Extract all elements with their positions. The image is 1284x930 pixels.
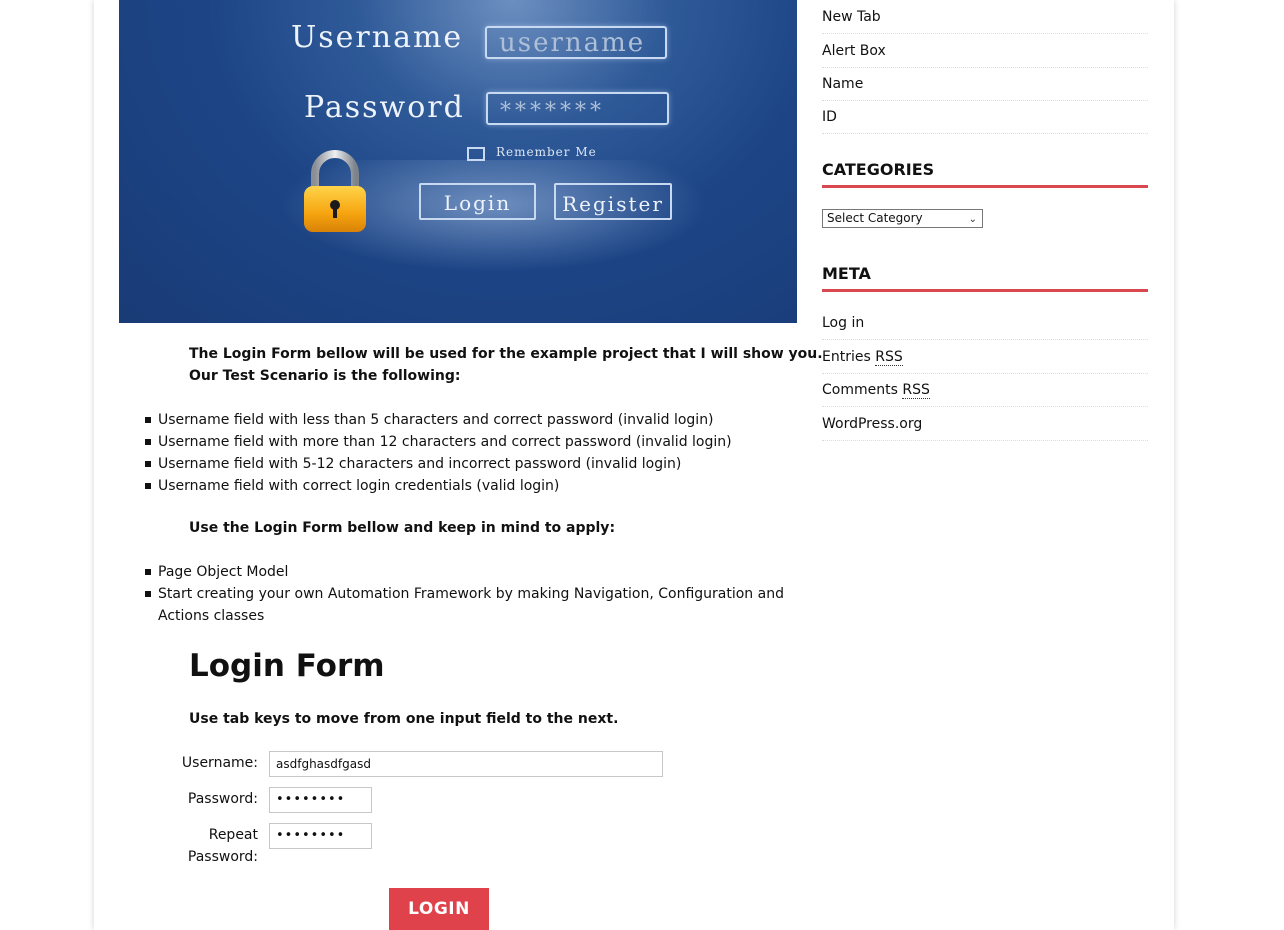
category-select[interactable]: Select Category ⌄ [822, 209, 983, 228]
list-item: Page Object Model [140, 561, 800, 583]
intro-line-1: The Login Form bellow will be used for t… [189, 346, 823, 362]
padlock-icon [304, 150, 366, 232]
hero-login-button: Login [419, 183, 536, 220]
sidebar-link-name[interactable]: Name [822, 68, 1148, 101]
comments-label: Comments [822, 382, 898, 398]
intro-line-2: Our Test Scenario is the following: [189, 368, 461, 384]
entries-label: Entries [822, 349, 871, 365]
apply-heading: Use the Login Form bellow and keep in mi… [189, 520, 616, 536]
list-item: Username field with 5-12 characters and … [140, 453, 800, 475]
username-input[interactable] [269, 751, 663, 777]
hero-password-box: ******* [486, 92, 669, 125]
rss-abbr: RSS [875, 349, 903, 366]
category-select-value: Select Category [827, 211, 923, 225]
sidebar-link-alert-box[interactable]: Alert Box [822, 35, 1148, 68]
hero-password-label: Password [304, 90, 465, 125]
sidebar-link-wordpress[interactable]: WordPress.org [822, 408, 1148, 441]
list-item: Username field with correct login creden… [140, 475, 800, 497]
meta-heading: META [822, 264, 1148, 292]
categories-heading: CATEGORIES [822, 160, 1148, 188]
scenario-list: Username field with less than 5 characte… [140, 409, 800, 497]
chevron-down-icon: ⌄ [968, 214, 977, 225]
hero-banner-image: Username username Password ******* Remem… [119, 0, 797, 323]
sidebar-link-comments-rss[interactable]: Comments RSS [822, 374, 1148, 407]
sidebar-link-log-in[interactable]: Log in [822, 307, 1148, 340]
login-submit-button[interactable]: LOGIN [389, 888, 489, 930]
repeat-password-label-line-1: Repeat [208, 827, 258, 843]
login-form-hint: Use tab keys to move from one input fiel… [189, 711, 619, 727]
password-label: Password: [187, 791, 258, 807]
list-item: Username field with more than 12 charact… [140, 431, 800, 453]
hero-remember-checkbox [467, 147, 485, 161]
list-item: Username field with less than 5 characte… [140, 409, 800, 431]
repeat-password-input[interactable]: •••••••• [269, 823, 372, 849]
hero-register-button: Register [554, 183, 672, 220]
hero-username-label: Username [291, 20, 464, 55]
hero-password-mask: ******* [500, 99, 605, 124]
sidebar-link-entries-rss[interactable]: Entries RSS [822, 341, 1148, 374]
repeat-password-label-line-2: Password: [187, 849, 258, 865]
hero-remember-label: Remember Me [496, 145, 597, 159]
username-label: Username: [181, 755, 258, 771]
sidebar-link-new-tab[interactable]: New Tab [822, 1, 1148, 34]
sidebar-link-id[interactable]: ID [822, 101, 1148, 134]
hero-username-box: username [485, 26, 667, 59]
hero-username-placeholder: username [499, 28, 646, 58]
login-form-title: Login Form [189, 648, 385, 684]
list-item: Start creating your own Automation Frame… [140, 583, 800, 627]
apply-list: Page Object Model Start creating your ow… [140, 561, 800, 627]
rss-abbr: RSS [902, 382, 930, 399]
password-input[interactable]: •••••••• [269, 787, 372, 813]
